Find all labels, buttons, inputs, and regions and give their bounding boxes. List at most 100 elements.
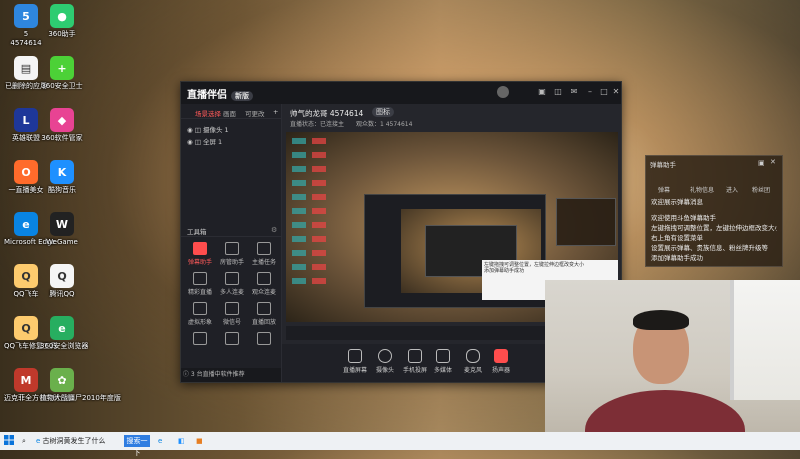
app-icon: L <box>14 108 38 132</box>
add-scene-icon[interactable]: + <box>273 108 278 116</box>
tool-label: 观众连麦 <box>251 289 276 296</box>
app-logo: 直播伴侣 新版 <box>187 86 253 101</box>
desktop-icon-label: 360安全浏览器 <box>40 342 89 350</box>
maximize-icon[interactable]: □ <box>599 87 609 97</box>
gift-icon[interactable]: ▣ <box>537 87 547 97</box>
danmu-lock-icon[interactable]: ▣ <box>758 159 765 167</box>
danmu-message: 添加弹幕助手成功 <box>651 254 703 262</box>
danmu-tab[interactable]: 弹幕 <box>658 185 670 194</box>
app-icon: Q <box>50 264 74 288</box>
desktop-icon-label: 360助手 <box>48 30 76 38</box>
danmu-message: 左键拖拽可调整位置，左键拉伸边框改变大小 <box>651 224 777 232</box>
danmu-tab[interactable]: 进入 <box>726 185 738 194</box>
desktop-icon[interactable]: ● 360助手 <box>40 4 84 39</box>
search-icon[interactable]: ⌕ <box>22 435 30 447</box>
app-icon: e <box>14 212 38 236</box>
tab-scene[interactable]: 场景选择 <box>195 108 221 118</box>
room-name: 帅气的龙哥 4574614 <box>290 109 364 118</box>
desktop-icon-label: 腾讯QQ <box>49 290 75 298</box>
tool-icon <box>193 272 207 285</box>
media-button[interactable]: 多媒体 <box>428 349 458 374</box>
lock-icon[interactable]: ◫ <box>553 87 563 97</box>
avatar[interactable] <box>497 86 509 98</box>
sidebar: 场景选择 画面 可更改 + ◉ ◫ 摄像头 1 ◉ ◫ 全屏 1 工具箱 ⚙ 弹… <box>181 104 282 382</box>
app-icon: ◆ <box>50 108 74 132</box>
speaker-button[interactable]: 扬声器 <box>486 349 516 374</box>
tool-label: 虚拟形象 <box>187 319 212 326</box>
desktop-icon[interactable]: K 酷狗音乐 <box>40 160 84 195</box>
edge-taskbar-icon[interactable]: e <box>158 435 168 447</box>
app-icon: W <box>50 212 74 236</box>
desktop-icon[interactable]: e 360安全浏览器 <box>40 316 89 351</box>
tool-button[interactable] <box>217 332 247 347</box>
danmu-message: 设置展示弹幕、贵族信息、粉丝牌升级等 <box>651 244 768 252</box>
tools-settings-icon[interactable]: ⚙ <box>271 226 277 234</box>
close-icon[interactable]: ✕ <box>611 87 621 97</box>
danmu-tab[interactable]: 礼物信息 <box>690 185 714 194</box>
version-badge[interactable]: 新版 <box>231 91 253 101</box>
desktop-icon[interactable]: ✿ 植物大战僵尸2010年度版 <box>40 368 121 403</box>
minimize-icon[interactable]: – <box>585 87 595 97</box>
windows-start-icon[interactable] <box>4 435 16 447</box>
danmu-close-icon[interactable]: ✕ <box>770 158 776 166</box>
webcam-feed <box>545 280 800 450</box>
desktop-icon-label: 360安全卫士 <box>41 82 83 90</box>
sidebar-tabs: 场景选择 画面 可更改 + <box>181 104 281 119</box>
app-icon: Q <box>14 264 38 288</box>
tool-label: 精彩直播 <box>187 289 212 296</box>
tool-label: 主播任务 <box>251 259 276 266</box>
app-icon: ▤ <box>14 56 38 80</box>
footer-notice[interactable]: ⓘ 3 台直播中软件推荐 <box>181 368 281 382</box>
tool-icon <box>225 332 239 345</box>
tool-button[interactable]: 主播任务 <box>249 242 279 266</box>
tool-button[interactable] <box>249 332 279 347</box>
tool-button[interactable]: 观众连麦 <box>249 272 279 296</box>
desktop-icon[interactable]: ◆ 360软件管家 <box>40 108 84 143</box>
tab-view[interactable]: 画面 <box>223 108 236 118</box>
live-taskbar-icon[interactable]: ■ <box>196 435 206 447</box>
danmu-title: 弹幕助手 <box>650 161 676 169</box>
desktop-icon[interactable]: W WeGame <box>40 212 84 247</box>
desktop-icon-label: WeGame <box>46 238 78 246</box>
tool-icon <box>257 272 271 285</box>
tab-editable[interactable]: 可更改 <box>245 108 265 118</box>
desktop-icon-label: 植物大战僵尸2010年度版 <box>40 394 121 402</box>
app-icon: M <box>14 368 38 392</box>
tool-button[interactable]: 房管助手 <box>217 242 247 266</box>
tool-button[interactable]: 微信号 <box>217 302 247 326</box>
scene-item[interactable]: ◉ ◫ 全屏 1 <box>187 136 222 146</box>
camera-button[interactable]: 摄像头 <box>370 349 400 374</box>
tool-icon <box>257 302 271 315</box>
screen-capture-button[interactable]: 直播屏幕 <box>340 349 370 374</box>
mail-icon[interactable]: ✉ <box>569 87 579 97</box>
microphone-button[interactable]: 麦克风 <box>458 349 488 374</box>
scene-item[interactable]: ◉ ◫ 摄像头 1 <box>187 124 229 134</box>
desktop-icon-label: 酷狗音乐 <box>48 186 76 194</box>
tool-button[interactable]: 精彩直播 <box>185 272 215 296</box>
app-icon: 5 <box>14 4 38 28</box>
tool-button[interactable]: 虚拟形象 <box>185 302 215 326</box>
room-badge[interactable]: 图标 <box>372 107 394 117</box>
taskbar-browser-item[interactable]: e 古树洞黄发生了什么 <box>36 435 120 447</box>
nested-danmu <box>556 198 616 246</box>
tool-icon <box>225 242 239 255</box>
app-icon: ✿ <box>50 368 74 392</box>
phone-cast-button[interactable]: 手机投屏 <box>400 349 430 374</box>
danmu-tab[interactable]: 粉丝团 <box>752 185 770 194</box>
tool-icon <box>225 272 239 285</box>
app-titlebar: 直播伴侣 新版 ▣ ◫ ✉ – □ ✕ <box>181 82 621 104</box>
app-icon: + <box>50 56 74 80</box>
tool-icon <box>257 332 271 345</box>
tool-button[interactable] <box>185 332 215 347</box>
taskbar-search-button[interactable]: 搜索一下 <box>124 435 150 457</box>
desktop-icon[interactable]: Q 腾讯QQ <box>40 264 84 299</box>
danmu-panel: 弹幕助手 ▣ ✕ 弹幕 礼物信息 进入 粉丝团 欢迎展示弹幕消息 欢迎使用斗鱼弹… <box>645 155 783 267</box>
tool-label: 微信号 <box>222 319 241 326</box>
app-icon: O <box>14 160 38 184</box>
desktop-icon[interactable]: +360安全卫士 <box>40 56 84 91</box>
tool-button[interactable]: 弹幕助手 <box>185 242 215 266</box>
tool-button[interactable]: 多人连麦 <box>217 272 247 296</box>
tool-icon <box>193 332 207 345</box>
app-taskbar-icon[interactable]: ◧ <box>178 435 188 447</box>
tool-button[interactable]: 直播回放 <box>249 302 279 326</box>
